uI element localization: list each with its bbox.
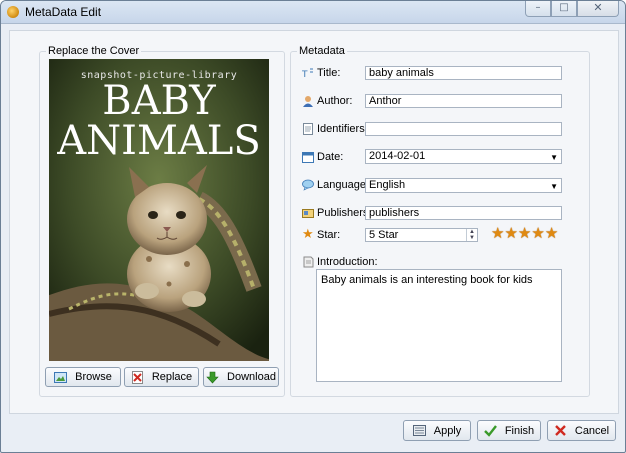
cover-group-label: Replace the Cover [46,45,142,57]
cover-title-line1: BABY [102,78,216,124]
minimize-button[interactable]: – [525,1,551,17]
cancel-button[interactable]: Cancel [547,420,616,441]
rating-star-icon[interactable]: ★ [491,226,504,241]
replace-button[interactable]: Replace [124,367,199,387]
title-bar[interactable]: MetaData Edit – □ ✕ [1,1,625,24]
finish-label: Finish [504,424,535,437]
checkmark-icon [483,424,497,437]
rating-star-icon[interactable]: ★ [518,226,531,241]
publishers-input[interactable]: publishers [365,206,562,220]
cover-image: snapshot-picture-library BABY ANIMALS [49,59,269,361]
introduction-icon [302,256,314,268]
calendar-icon [302,151,314,163]
language-select[interactable]: English ▼ [365,178,562,193]
identifiers-label: Identifiers: [317,123,368,135]
app-icon [7,6,19,18]
author-input[interactable]: Anthor [365,94,562,108]
apply-label: Apply [433,424,462,437]
window-controls: – □ ✕ [525,1,619,17]
introduction-label: Introduction: [317,256,378,268]
introduction-textarea[interactable]: Baby animals is an interesting book for … [316,269,562,382]
date-field-label: Date: [302,151,343,163]
identifiers-icon [302,123,314,135]
author-label: Author: [317,95,353,107]
apply-button[interactable]: Apply [403,420,471,441]
metadata-edit-window: MetaData Edit – □ ✕ Replace the Cover sn… [0,0,626,453]
publishers-field-label: Publishers [302,207,368,219]
publishers-icon [302,207,314,219]
maximize-button[interactable]: □ [551,1,577,17]
star-rating[interactable]: ★ ★ ★ ★ ★ [491,226,558,241]
title-input[interactable]: baby animals [365,66,562,80]
publishers-label: Publishers [317,207,369,219]
browse-button[interactable]: Browse [45,367,121,387]
date-dropdown-arrow-icon[interactable]: ▼ [550,151,558,164]
cancel-label: Cancel [574,424,610,437]
author-field-label: Author: [302,95,352,107]
rating-star-icon[interactable]: ★ [531,226,544,241]
star-spinbox[interactable]: 5 Star ▲ ▼ [365,228,478,242]
replace-label: Replace [151,371,193,383]
identifiers-field-label: Identifiers: [302,123,368,135]
apply-icon [412,424,426,437]
date-value: 2014-02-01 [369,150,426,162]
rating-star-icon[interactable]: ★ [545,226,558,241]
svg-text:T: T [302,70,308,79]
close-button[interactable]: ✕ [577,1,619,17]
language-value: English [369,179,406,191]
identifiers-input[interactable] [365,122,562,136]
download-label: Download [227,371,276,383]
date-label: Date: [317,151,344,163]
browse-icon [54,371,68,384]
cancel-x-icon [554,424,567,437]
download-button[interactable]: Download [203,367,279,387]
language-field-label: Language: [302,179,369,191]
language-icon [302,179,314,191]
language-dropdown-arrow-icon[interactable]: ▼ [550,180,558,193]
metadata-group-label: Metadata [297,45,347,57]
title-icon: T [301,67,314,80]
language-label: Language: [317,179,369,191]
title-field-label: T Title: [301,67,341,80]
window-title: MetaData Edit [25,5,102,19]
replace-icon [131,370,144,384]
introduction-field-label: Introduction: [302,256,378,268]
download-arrow-icon [206,371,219,384]
finish-button[interactable]: Finish [477,420,541,441]
cover-title-line2: ANIMALS [57,118,261,164]
date-picker[interactable]: 2014-02-01 ▼ [365,149,562,164]
rating-star-icon[interactable]: ★ [504,226,517,241]
title-label: Title: [317,67,341,79]
star-label: Star: [317,229,341,241]
star-spin-arrows-icon[interactable]: ▲ ▼ [466,229,477,241]
browse-label: Browse [75,371,112,383]
star-field-label: ★ Star: [302,227,341,242]
star-icon: ★ [302,227,314,242]
author-icon [302,95,314,107]
star-value: 5 Star [369,229,399,241]
